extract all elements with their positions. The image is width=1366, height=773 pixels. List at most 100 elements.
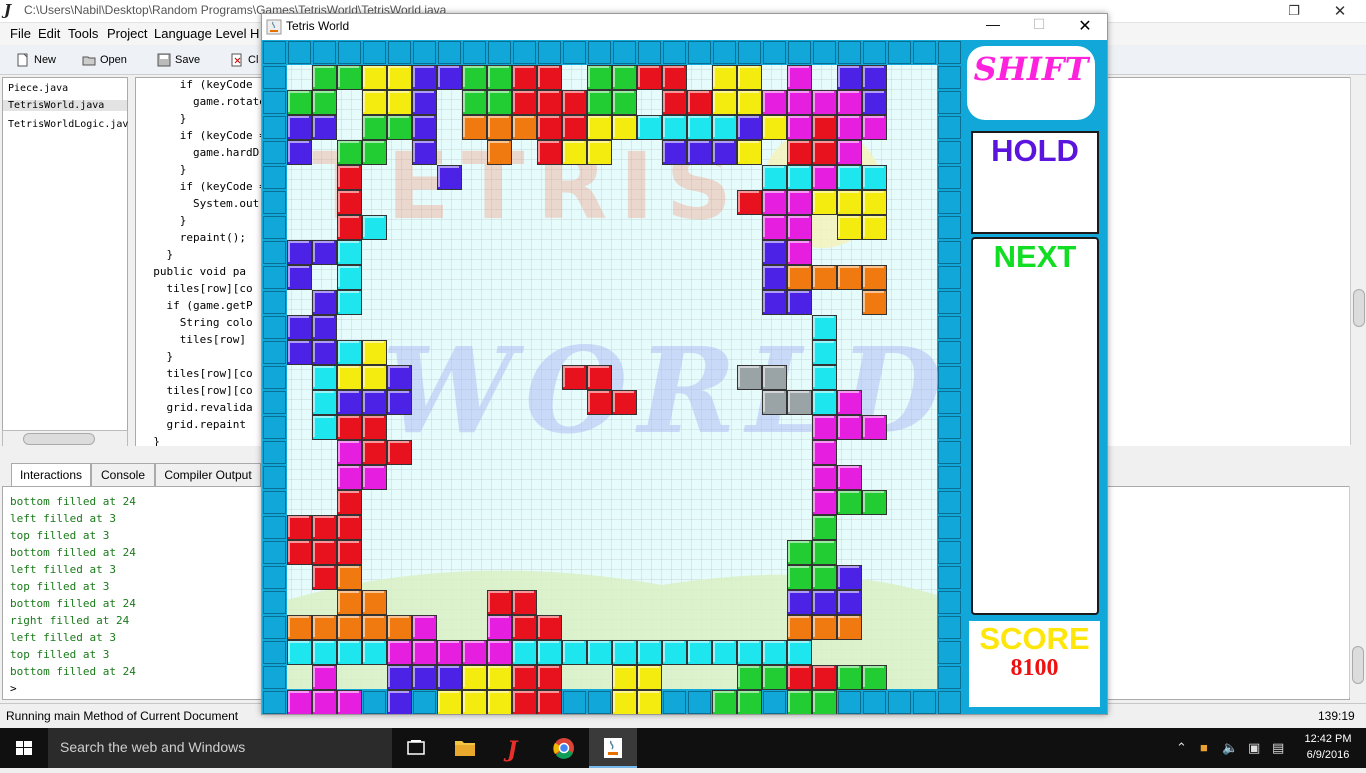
status-message: Running main Method of Current Document <box>6 709 239 723</box>
taskbar-drjava[interactable]: J <box>490 728 538 768</box>
ide-restore-button[interactable]: ❐ <box>1284 3 1304 19</box>
menu-language-level[interactable]: Language Level <box>154 26 247 41</box>
menu-help[interactable]: H <box>250 26 259 41</box>
scrollbar-thumb[interactable] <box>1353 289 1365 327</box>
taskbar-chrome[interactable] <box>540 728 588 768</box>
volume-icon[interactable]: 🔈 <box>1222 740 1238 756</box>
tetris-block <box>787 390 812 415</box>
taskbar-search-box[interactable]: Search the web and Windows <box>48 728 392 768</box>
menu-tools[interactable]: Tools <box>68 26 98 41</box>
close-window-button[interactable]: ✕ <box>1070 16 1100 38</box>
tetris-block <box>337 165 362 190</box>
file-list-scrollbar[interactable] <box>2 430 128 447</box>
tetris-block <box>712 65 737 90</box>
tetris-block <box>612 665 637 690</box>
frame-tile <box>563 41 586 64</box>
tetris-block <box>412 115 437 140</box>
tetris-block <box>837 265 862 290</box>
tetris-block <box>862 215 887 240</box>
tetris-block <box>837 65 862 90</box>
tetris-block <box>737 665 762 690</box>
ide-close-button[interactable]: ✕ <box>1330 2 1350 20</box>
file-item-tetrisworldlogic[interactable]: TetrisWorldLogic.jav <box>8 119 128 130</box>
tetris-block <box>287 265 312 290</box>
tetris-block <box>562 140 587 165</box>
tetris-block <box>412 615 437 640</box>
tetris-block <box>487 615 512 640</box>
tab-interactions[interactable]: Interactions <box>11 463 91 486</box>
tray-expand-icon[interactable]: ⌃ <box>1176 740 1187 756</box>
menu-file[interactable]: File <box>10 26 31 41</box>
next-label: NEXT <box>993 239 1077 274</box>
frame-tile <box>263 616 286 639</box>
tetris-block <box>462 640 487 665</box>
menu-edit[interactable]: Edit <box>38 26 60 41</box>
notifications-icon[interactable]: ▤ <box>1272 740 1284 756</box>
file-item-piece[interactable]: Piece.java <box>8 83 68 94</box>
tetris-block <box>837 215 862 240</box>
frame-tile <box>263 591 286 614</box>
frame-tile <box>263 316 286 339</box>
menu-project[interactable]: Project <box>107 26 147 41</box>
tetris-block <box>862 90 887 115</box>
code-scrollbar[interactable] <box>1350 77 1366 445</box>
tetris-block <box>787 115 812 140</box>
tetris-block <box>337 615 362 640</box>
taskbar-java[interactable] <box>589 728 637 768</box>
tetris-block <box>437 165 462 190</box>
tetris-block <box>812 90 837 115</box>
task-view-button[interactable] <box>392 728 440 768</box>
scrollbar-thumb[interactable] <box>23 433 95 445</box>
tab-compiler-output[interactable]: Compiler Output <box>155 463 261 486</box>
tetris-block <box>387 390 412 415</box>
tetris-block <box>862 415 887 440</box>
file-item-tetrisworld[interactable]: TetrisWorld.java <box>3 100 127 111</box>
taskbar-file-explorer[interactable] <box>441 728 489 768</box>
tetris-block <box>812 490 837 515</box>
tetris-block <box>662 65 687 90</box>
tab-console[interactable]: Console <box>91 463 155 486</box>
tray-clock[interactable]: 12:42 PM 6/9/2016 <box>1296 731 1360 763</box>
tetris-block <box>737 115 762 140</box>
tetris-world-window: Tetris World — ☐ ✕ TETRIS WORLD SHIFT HO… <box>261 13 1108 715</box>
tetris-block <box>812 365 837 390</box>
open-button[interactable]: Open <box>82 50 127 70</box>
start-button[interactable] <box>0 728 48 768</box>
new-button[interactable]: New <box>16 50 56 70</box>
code-line: if (game.getP <box>140 299 253 312</box>
tetris-block <box>437 640 462 665</box>
tetris-board[interactable]: TETRIS WORLD <box>262 40 962 714</box>
interactions-scrollbar[interactable] <box>1349 486 1365 698</box>
drjava-app-icon: J <box>4 1 12 19</box>
new-button-label: New <box>34 54 57 66</box>
maximize-button[interactable]: ☐ <box>1024 16 1054 38</box>
frame-tile <box>263 391 286 414</box>
tetris-block <box>412 90 437 115</box>
code-line: if (keyCode = <box>140 180 266 193</box>
code-editor-right[interactable] <box>1105 77 1350 447</box>
console-line: left filled at 3 <box>10 631 116 644</box>
code-line: System.out <box>140 197 260 210</box>
tetris-block <box>337 465 362 490</box>
frame-tile <box>913 691 936 714</box>
tetris-block <box>387 90 412 115</box>
tetris-block <box>312 240 337 265</box>
tetris-block <box>337 190 362 215</box>
frame-tile <box>938 166 961 189</box>
tetris-block <box>337 65 362 90</box>
console-prompt[interactable]: > <box>10 682 17 695</box>
network-icon[interactable]: ▣ <box>1248 740 1260 756</box>
save-button[interactable]: Save <box>157 50 200 70</box>
close-button-label: Cl <box>248 54 259 66</box>
close-button[interactable]: Cl <box>230 50 258 70</box>
tray-java-update-icon[interactable]: ■ <box>1200 740 1208 755</box>
tetris-block <box>587 365 612 390</box>
tetris-block <box>312 665 337 690</box>
minimize-button[interactable]: — <box>978 16 1008 38</box>
scrollbar-thumb[interactable] <box>1352 646 1364 684</box>
code-editor[interactable]: if (keyCode game.rotate } if (keyCode = … <box>135 77 267 447</box>
tetris-titlebar[interactable]: Tetris World — ☐ ✕ <box>262 14 1107 40</box>
frame-tile <box>938 366 961 389</box>
frame-tile <box>938 616 961 639</box>
drjava-icon: J <box>503 737 519 763</box>
